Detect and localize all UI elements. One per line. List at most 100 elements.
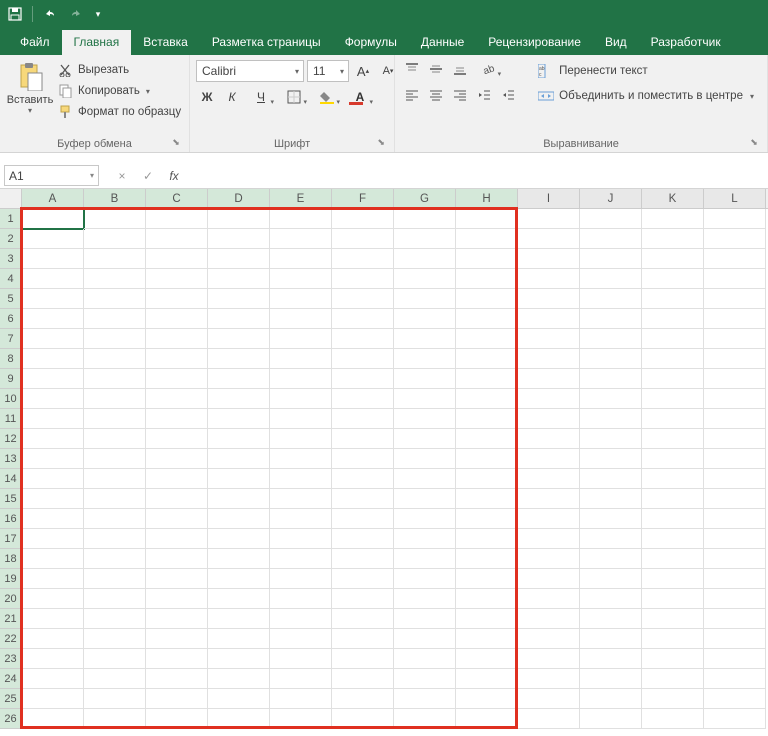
cell-C15[interactable] xyxy=(146,489,208,509)
column-header-E[interactable]: E xyxy=(270,189,332,208)
cell-G24[interactable] xyxy=(394,669,456,689)
cell-D5[interactable] xyxy=(208,289,270,309)
cell-C19[interactable] xyxy=(146,569,208,589)
row-header-2[interactable]: 2 xyxy=(0,229,22,249)
undo-button[interactable] xyxy=(39,3,61,25)
cell-G12[interactable] xyxy=(394,429,456,449)
cell-L1[interactable] xyxy=(704,209,766,229)
cell-B1[interactable] xyxy=(84,209,146,229)
cell-H17[interactable] xyxy=(456,529,518,549)
cell-F18[interactable] xyxy=(332,549,394,569)
cell-E15[interactable] xyxy=(270,489,332,509)
cell-D8[interactable] xyxy=(208,349,270,369)
orientation-button[interactable]: ab▾ xyxy=(473,58,503,80)
cell-B3[interactable] xyxy=(84,249,146,269)
row-header-13[interactable]: 13 xyxy=(0,449,22,469)
row-header-22[interactable]: 22 xyxy=(0,629,22,649)
qat-customize-button[interactable]: ▾ xyxy=(91,3,105,25)
cell-K23[interactable] xyxy=(642,649,704,669)
cell-J20[interactable] xyxy=(580,589,642,609)
cell-D25[interactable] xyxy=(208,689,270,709)
cell-C5[interactable] xyxy=(146,289,208,309)
align-top-button[interactable] xyxy=(401,58,423,80)
cell-C10[interactable] xyxy=(146,389,208,409)
font-name-select[interactable]: Calibri▾ xyxy=(196,60,304,82)
cell-E3[interactable] xyxy=(270,249,332,269)
cell-B5[interactable] xyxy=(84,289,146,309)
cell-F8[interactable] xyxy=(332,349,394,369)
cell-J23[interactable] xyxy=(580,649,642,669)
cell-F9[interactable] xyxy=(332,369,394,389)
cell-A16[interactable] xyxy=(22,509,84,529)
cell-E16[interactable] xyxy=(270,509,332,529)
merge-center-button[interactable]: Объединить и поместить в центре ▾ xyxy=(531,85,761,107)
cell-G10[interactable] xyxy=(394,389,456,409)
cell-C22[interactable] xyxy=(146,629,208,649)
cell-G9[interactable] xyxy=(394,369,456,389)
cell-C12[interactable] xyxy=(146,429,208,449)
cell-G16[interactable] xyxy=(394,509,456,529)
cell-E14[interactable] xyxy=(270,469,332,489)
tab-review[interactable]: Рецензирование xyxy=(476,30,593,55)
cell-I22[interactable] xyxy=(518,629,580,649)
cell-E24[interactable] xyxy=(270,669,332,689)
cell-A20[interactable] xyxy=(22,589,84,609)
cell-K21[interactable] xyxy=(642,609,704,629)
cell-J17[interactable] xyxy=(580,529,642,549)
cell-A8[interactable] xyxy=(22,349,84,369)
row-header-3[interactable]: 3 xyxy=(0,249,22,269)
cell-K13[interactable] xyxy=(642,449,704,469)
cell-D4[interactable] xyxy=(208,269,270,289)
cell-I26[interactable] xyxy=(518,709,580,729)
cell-L11[interactable] xyxy=(704,409,766,429)
decrease-font-size-button[interactable]: A▾ xyxy=(377,60,399,82)
cell-D11[interactable] xyxy=(208,409,270,429)
fill-color-button[interactable]: ▾ xyxy=(312,86,342,108)
cell-J22[interactable] xyxy=(580,629,642,649)
cell-A25[interactable] xyxy=(22,689,84,709)
cell-I7[interactable] xyxy=(518,329,580,349)
cell-E18[interactable] xyxy=(270,549,332,569)
cell-B10[interactable] xyxy=(84,389,146,409)
cell-A17[interactable] xyxy=(22,529,84,549)
cell-A4[interactable] xyxy=(22,269,84,289)
wrap-text-button[interactable]: abc Перенести текст xyxy=(531,60,761,82)
cell-K9[interactable] xyxy=(642,369,704,389)
row-header-16[interactable]: 16 xyxy=(0,509,22,529)
cell-H15[interactable] xyxy=(456,489,518,509)
cell-K11[interactable] xyxy=(642,409,704,429)
select-all-corner[interactable] xyxy=(0,189,22,208)
row-header-4[interactable]: 4 xyxy=(0,269,22,289)
cell-A26[interactable] xyxy=(22,709,84,729)
row-header-23[interactable]: 23 xyxy=(0,649,22,669)
cell-C14[interactable] xyxy=(146,469,208,489)
cell-E12[interactable] xyxy=(270,429,332,449)
cell-H4[interactable] xyxy=(456,269,518,289)
row-header-19[interactable]: 19 xyxy=(0,569,22,589)
cell-J26[interactable] xyxy=(580,709,642,729)
cell-L20[interactable] xyxy=(704,589,766,609)
cell-J18[interactable] xyxy=(580,549,642,569)
cell-I11[interactable] xyxy=(518,409,580,429)
row-header-9[interactable]: 9 xyxy=(0,369,22,389)
decrease-indent-button[interactable] xyxy=(473,84,495,106)
cell-L13[interactable] xyxy=(704,449,766,469)
cell-L12[interactable] xyxy=(704,429,766,449)
row-header-15[interactable]: 15 xyxy=(0,489,22,509)
cell-L18[interactable] xyxy=(704,549,766,569)
cell-H9[interactable] xyxy=(456,369,518,389)
cell-E19[interactable] xyxy=(270,569,332,589)
paste-button[interactable]: Вставить ▾ xyxy=(6,58,54,117)
cell-E22[interactable] xyxy=(270,629,332,649)
cell-B18[interactable] xyxy=(84,549,146,569)
cell-E26[interactable] xyxy=(270,709,332,729)
cell-F25[interactable] xyxy=(332,689,394,709)
column-header-B[interactable]: B xyxy=(84,189,146,208)
cell-B19[interactable] xyxy=(84,569,146,589)
cell-G4[interactable] xyxy=(394,269,456,289)
cell-I25[interactable] xyxy=(518,689,580,709)
cell-L24[interactable] xyxy=(704,669,766,689)
cell-L19[interactable] xyxy=(704,569,766,589)
cell-F4[interactable] xyxy=(332,269,394,289)
cell-J1[interactable] xyxy=(580,209,642,229)
